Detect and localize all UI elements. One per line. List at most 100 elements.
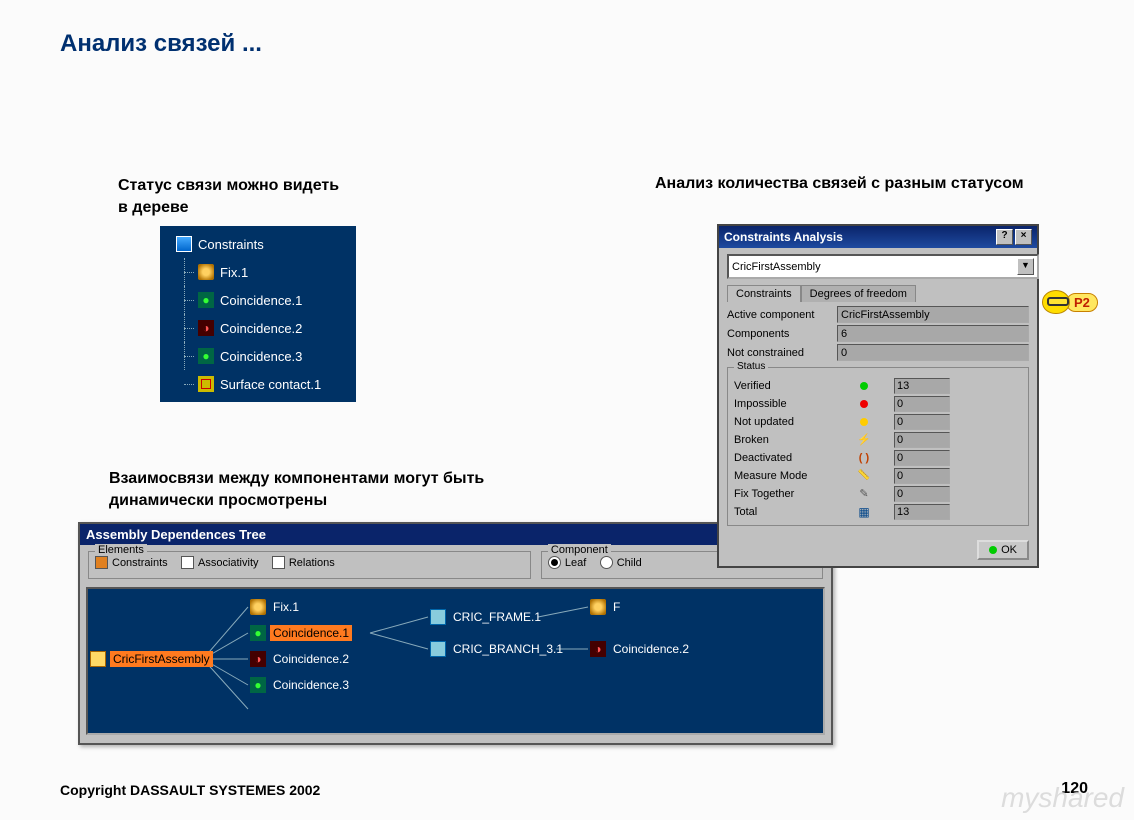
checkbox-icon [272,556,285,569]
dep-node-label: Fix.1 [270,599,302,615]
status-row-deactivated: Deactivated ( ) 0 [734,449,1022,466]
measure-icon [834,470,894,481]
surface-contact-icon [198,376,214,392]
slide-title: Анализ связей ... [60,30,262,58]
status-value: 0 [894,432,950,448]
component-icon [430,641,446,657]
coincidence-icon [198,348,214,364]
checkbox-constraints[interactable]: Constraints [95,556,168,569]
tree-item-label: Surface contact.1 [220,377,321,392]
dependencies-tree-view[interactable]: CricFirstAssembly Fix.1 Coincidence.1 Co… [86,587,825,735]
dep-node-label: Coincidence.2 [270,651,352,667]
coincidence-icon [198,320,214,336]
status-row-broken: Broken 0 [734,431,1022,448]
radio-icon [600,556,613,569]
status-value: 0 [894,468,950,484]
component-icon [430,609,446,625]
status-value: 0 [894,414,950,430]
radio-child[interactable]: Child [600,556,642,569]
dep-node-coin2b[interactable]: Coincidence.2 [590,641,692,657]
tree-item-coincidence2[interactable]: Coincidence.2 [162,314,352,342]
coincidence-icon [250,651,266,667]
tab-degrees-of-freedom[interactable]: Degrees of freedom [801,285,916,302]
components-label: Components [727,328,837,340]
broken-icon [834,433,894,446]
caption-analysis: Анализ количества связей с разным статус… [655,173,1035,195]
coincidence-icon [198,292,214,308]
status-value: 0 [894,486,950,502]
dep-node-label: Coincidence.3 [270,677,352,693]
ok-button[interactable]: OK [977,540,1029,560]
dep-node-coin3[interactable]: Coincidence.3 [250,677,352,693]
component-legend: Component [548,544,611,556]
tree-item-label: Coincidence.2 [220,321,302,336]
status-row-total: Total 13 [734,503,1022,520]
fix-icon [198,264,214,280]
chevron-down-icon: ▼ [1017,258,1034,275]
led-yellow-icon [860,418,868,426]
dep-node-fix[interactable]: Fix.1 [250,599,302,615]
tree-item-label: Fix.1 [220,265,248,280]
status-row-verified: Verified 13 [734,377,1022,394]
status-row-fix-together: Fix Together 0 [734,485,1022,502]
elements-legend: Elements [95,544,147,556]
help-button[interactable]: ? [996,229,1013,245]
dep-node-branch[interactable]: CRIC_BRANCH_3.1 [430,641,566,657]
active-component-label: Active component [727,309,837,321]
dep-node-root[interactable]: CricFirstAssembly [90,651,213,667]
coincidence-icon [250,625,266,641]
constraints-tree-panel: Constraints Fix.1 Coincidence.1 Coincide… [160,226,356,402]
dep-node-label: F [610,599,623,615]
coincidence-icon [250,677,266,693]
analysis-window-title: Constraints Analysis [724,230,843,244]
dep-node-coin2[interactable]: Coincidence.2 [250,651,352,667]
dep-node-label: Coincidence.2 [610,641,692,657]
dep-node-label: CRIC_FRAME.1 [450,609,544,625]
status-value: 0 [894,396,950,412]
tree-item-coincidence1[interactable]: Coincidence.1 [162,286,352,314]
radio-icon [548,556,561,569]
dep-node-f[interactable]: F [590,599,623,615]
status-group: Status Verified 13 Impossible 0 Not upda… [727,367,1029,526]
constraints-analysis-window: Constraints Analysis ? × CricFirstAssemb… [717,224,1039,568]
status-row-impossible: Impossible 0 [734,395,1022,412]
total-icon [834,505,894,519]
tree-item-label: Coincidence.3 [220,349,302,364]
status-value: 0 [894,450,950,466]
ok-led-icon [989,546,997,554]
checkbox-relations[interactable]: Relations [272,556,335,569]
tree-item-surface-contact[interactable]: Surface contact.1 [162,370,352,398]
assembly-dropdown[interactable]: CricFirstAssembly ▼ [727,254,1039,279]
active-component-value: CricFirstAssembly [837,306,1029,323]
caption-tree: Статус связи можно видеть в дереве [118,175,339,218]
dep-node-label: CricFirstAssembly [110,651,213,667]
tree-item-coincidence3[interactable]: Coincidence.3 [162,342,352,370]
p2-badge: P2 [1042,290,1098,314]
checkbox-associativity[interactable]: Associativity [181,556,259,569]
assembly-icon [90,651,106,667]
tree-root-label: Constraints [198,237,264,252]
not-constrained-value: 0 [837,344,1029,361]
status-row-not-updated: Not updated 0 [734,413,1022,430]
tab-constraints[interactable]: Constraints [727,285,801,302]
checkbox-icon [95,556,108,569]
dep-node-frame[interactable]: CRIC_FRAME.1 [430,609,544,625]
tree-root[interactable]: Constraints [162,230,352,258]
checkbox-icon [181,556,194,569]
status-legend: Status [734,361,768,372]
not-constrained-label: Not constrained [727,347,837,359]
radio-leaf[interactable]: Leaf [548,556,586,569]
tree-item-fix[interactable]: Fix.1 [162,258,352,286]
led-red-icon [860,400,868,408]
caption-dependencies: Взаимосвязи между компонентами могут быт… [109,468,509,511]
p2-label: P2 [1066,293,1098,312]
fix-icon [250,599,266,615]
copyright-text: Copyright DASSAULT SYSTEMES 2002 [60,782,320,798]
dep-node-coin1[interactable]: Coincidence.1 [250,625,352,641]
deactivated-icon: ( ) [859,452,869,464]
status-value: 13 [894,504,950,520]
analysis-window-titlebar: Constraints Analysis ? × [719,226,1037,248]
close-button[interactable]: × [1015,229,1032,245]
dep-node-label: Coincidence.1 [270,625,352,641]
dep-node-label: CRIC_BRANCH_3.1 [450,641,566,657]
